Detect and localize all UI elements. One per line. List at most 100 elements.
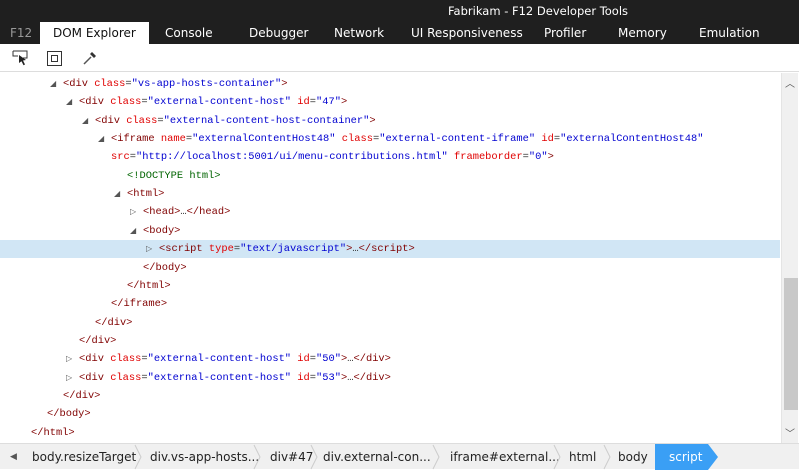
tag-name: > <box>340 96 348 109</box>
breadcrumb-separator <box>253 444 261 470</box>
dom-node-text: </body> <box>47 405 91 423</box>
dom-node[interactable]: src="http://localhost:5001/ui/menu-contr… <box>0 148 780 166</box>
dom-node[interactable]: </div> <box>0 332 780 350</box>
dom-node-text: <iframe name="externalContentHost48" cla… <box>111 130 704 148</box>
tag-name: </body> <box>47 408 91 421</box>
tag-name: </div> <box>353 353 391 366</box>
tab-dom-explorer[interactable]: DOM Explorer <box>40 22 149 44</box>
attribute-name: type <box>208 243 234 256</box>
tag-name: </script> <box>358 243 415 256</box>
tag-name: <div <box>79 371 111 384</box>
attribute-value: "external-content-iframe" <box>379 133 536 146</box>
tag-name: </div> <box>353 371 391 384</box>
dom-node[interactable]: </body> <box>0 405 780 423</box>
expand-triangle-icon[interactable]: ▷ <box>146 240 156 258</box>
collapse-triangle-icon[interactable]: ◢ <box>82 112 92 130</box>
breadcrumb-item[interactable]: div.external-con... <box>323 444 431 470</box>
vertical-scrollbar[interactable]: ︿ ﹀ <box>781 73 798 443</box>
tab-console[interactable]: Console <box>165 22 213 44</box>
tab-ui-responsiveness[interactable]: UI Responsiveness <box>411 22 523 44</box>
expand-triangle-icon[interactable]: ▷ <box>66 350 76 368</box>
attribute-value: "50" <box>316 353 341 366</box>
color-picker-icon[interactable] <box>80 48 100 68</box>
attribute-value: "text/javascript" <box>240 243 347 256</box>
scroll-up-icon[interactable]: ︿ <box>785 75 795 90</box>
scroll-down-icon[interactable]: ﹀ <box>785 425 795 440</box>
dom-node[interactable]: ▷ <div class="external-content-host" id="… <box>0 350 780 368</box>
breadcrumb-item[interactable]: iframe#external... <box>450 444 560 470</box>
breadcrumb-item[interactable]: body <box>618 444 648 470</box>
dom-node[interactable]: ◢ <div class="external-content-host" id="… <box>0 93 780 111</box>
breadcrumb-item[interactable]: div#47 <box>270 444 313 470</box>
tab-emulation[interactable]: Emulation <box>699 22 760 44</box>
dom-node[interactable]: ◢ <div class="external-content-host-conta… <box>0 112 780 130</box>
dom-node-text: </body> <box>143 259 187 277</box>
dom-node-text: <body> <box>143 222 180 240</box>
dom-node[interactable]: </html> <box>0 424 780 442</box>
scrollbar-thumb[interactable] <box>784 278 798 410</box>
dom-node[interactable]: <!DOCTYPE html> <box>0 167 780 185</box>
dom-node[interactable]: ▷ <head>…</head> <box>0 203 780 221</box>
dom-node-text: </html> <box>127 277 171 295</box>
attribute-name: class <box>110 353 142 366</box>
attribute-name: id <box>297 371 310 384</box>
dom-node-text: </html> <box>31 424 75 442</box>
dom-node[interactable]: ◢ <div class="vs-app-hosts-container"> <box>0 75 780 93</box>
tag-name: <html> <box>127 188 165 201</box>
dom-node-text: <div class="external-content-host" id="5… <box>79 350 391 368</box>
window-title: Fabrikam - F12 Developer Tools <box>448 4 629 18</box>
dom-node[interactable]: </iframe> <box>0 295 780 313</box>
attribute-name: src <box>111 151 130 164</box>
dom-node-text: <div class="external-content-host-contai… <box>95 112 376 130</box>
tab-memory[interactable]: Memory <box>618 22 667 44</box>
title-bar: Fabrikam - F12 Developer Tools <box>0 0 799 22</box>
tab-f12[interactable]: F12 <box>10 22 32 44</box>
collapse-triangle-icon[interactable]: ◢ <box>114 185 124 203</box>
attribute-value: "vs-app-hosts-container" <box>131 78 282 90</box>
breadcrumb-separator <box>134 444 142 470</box>
breadcrumb-item[interactable]: div.vs-app-hosts... <box>150 444 259 470</box>
tag-name: </div> <box>95 316 133 329</box>
collapse-triangle-icon[interactable]: ◢ <box>130 222 140 240</box>
dom-node[interactable]: </body> <box>0 259 780 277</box>
breadcrumb-separator <box>603 444 611 470</box>
breadcrumb-item-active[interactable]: script <box>655 444 719 470</box>
dom-node[interactable]: </div> <box>0 314 780 332</box>
tag-name: </html> <box>127 279 171 292</box>
attribute-name: class <box>94 78 126 90</box>
select-element-icon[interactable] <box>11 48 31 68</box>
breadcrumb-item[interactable]: html <box>569 444 596 470</box>
dom-node[interactable]: </html> <box>0 277 780 295</box>
dom-node-selected[interactable]: ▷ <script type="text/javascript">…</scrip… <box>0 240 780 259</box>
breadcrumb-separator <box>432 444 440 470</box>
dom-node-text: <div class="vs-app-hosts-container"> <box>63 75 288 93</box>
toolbar <box>0 44 799 72</box>
tab-network[interactable]: Network <box>334 22 384 44</box>
expand-triangle-icon[interactable]: ▷ <box>66 369 76 387</box>
dom-tree: ◢ <div class="vs-app-hosts-container"> ◢ <d… <box>0 73 780 443</box>
dom-node-text: </div> <box>63 387 100 405</box>
collapse-triangle-icon[interactable]: ◢ <box>50 75 60 93</box>
highlight-box-icon[interactable] <box>45 48 65 68</box>
breadcrumb-scroll-left-icon[interactable]: ◀ <box>10 444 17 470</box>
collapse-triangle-icon[interactable]: ◢ <box>98 130 108 148</box>
dom-node-text: </div> <box>79 332 116 350</box>
attribute-value: "external-content-host" <box>147 353 292 366</box>
dom-node[interactable]: ◢ <iframe name="externalContentHost48" cl… <box>0 130 780 148</box>
attribute-name: id <box>297 96 310 109</box>
attribute-value: "external-content-host" <box>147 371 292 384</box>
tag-name: <div <box>63 78 95 90</box>
collapse-triangle-icon[interactable]: ◢ <box>66 93 76 111</box>
dom-node[interactable]: ▷ <div class="external-content-host" id="… <box>0 369 780 387</box>
dom-node[interactable]: ◢ <html> <box>0 185 780 203</box>
breadcrumb-item[interactable]: body.resizeTarget <box>32 444 136 470</box>
dom-node[interactable]: ◢ <body> <box>0 222 780 240</box>
tag-name: <div <box>79 96 111 109</box>
attribute-name: class <box>110 96 142 109</box>
expand-triangle-icon[interactable]: ▷ <box>130 203 140 221</box>
tab-profiler[interactable]: Profiler <box>544 22 586 44</box>
dom-node[interactable]: </div> <box>0 387 780 405</box>
tag-name: </head> <box>186 206 231 219</box>
tab-debugger[interactable]: Debugger <box>249 22 308 44</box>
doctype: <!DOCTYPE html> <box>127 169 221 182</box>
